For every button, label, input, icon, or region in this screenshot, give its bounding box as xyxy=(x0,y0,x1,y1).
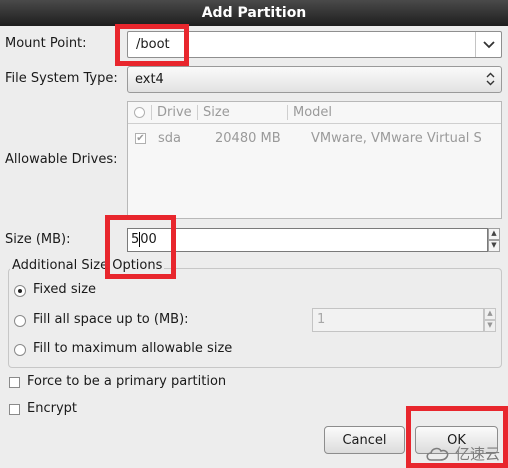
size-input[interactable]: 5 00 xyxy=(127,228,488,252)
decrement-icon: ▼ xyxy=(484,320,496,332)
increment-icon: ▲ xyxy=(484,308,496,320)
column-drive[interactable]: Drive xyxy=(157,102,192,123)
size-label: Size (MB): xyxy=(5,232,71,247)
drives-table[interactable]: Drive Size Model ✔ sda 20480 MB VMware, … xyxy=(127,101,502,219)
encrypt-checkbox[interactable] xyxy=(9,404,20,415)
dialog-titlebar: Add Partition xyxy=(0,0,508,26)
column-size[interactable]: Size xyxy=(203,102,230,123)
fixed-size-label[interactable]: Fixed size xyxy=(33,282,96,297)
decrement-icon[interactable]: ▼ xyxy=(488,240,500,252)
drive-size: 20480 MB xyxy=(215,131,281,146)
drive-model: VMware, VMware Virtual S xyxy=(311,131,482,146)
increment-icon[interactable]: ▲ xyxy=(488,228,500,240)
fs-type-value: ext4 xyxy=(135,72,164,87)
radio-fill-max[interactable] xyxy=(14,344,26,356)
drive-checkbox[interactable]: ✔ xyxy=(135,133,146,144)
fill-up-to-value: 1 xyxy=(317,312,326,327)
cancel-button[interactable]: Cancel xyxy=(324,426,405,454)
additional-size-title: Additional Size Options xyxy=(10,258,165,273)
fill-up-to-label[interactable]: Fill all space up to (MB): xyxy=(33,312,189,327)
radio-fixed-size[interactable] xyxy=(14,285,26,297)
fs-type-select[interactable]: ext4 xyxy=(127,66,502,93)
mount-point-label: Mount Point: xyxy=(5,36,87,51)
fs-type-label: File System Type: xyxy=(5,71,118,86)
cancel-label: Cancel xyxy=(342,432,387,448)
mount-point-dropdown-button[interactable] xyxy=(475,32,501,57)
primary-partition-label[interactable]: Force to be a primary partition xyxy=(27,374,226,389)
chevron-down-icon xyxy=(482,40,495,48)
drives-label: Allowable Drives: xyxy=(5,152,118,167)
size-value-after: 00 xyxy=(140,232,157,247)
drives-table-header: Drive Size Model xyxy=(128,102,501,124)
fill-max-label[interactable]: Fill to maximum allowable size xyxy=(33,341,232,356)
mount-point-combo[interactable]: /boot xyxy=(127,31,502,58)
watermark: 亿速云 xyxy=(425,443,500,464)
size-spinner[interactable]: ▲ ▼ xyxy=(488,228,500,252)
size-value-before: 5 xyxy=(131,232,140,247)
primary-partition-checkbox[interactable] xyxy=(9,377,20,388)
dialog-title: Add Partition xyxy=(201,5,307,21)
watermark-text: 亿速云 xyxy=(454,445,500,463)
radio-fill-up-to[interactable] xyxy=(14,315,26,327)
cloud-logo-icon xyxy=(426,447,449,461)
size-value: 5 00 xyxy=(131,232,157,247)
fill-up-to-input: 1 xyxy=(312,308,484,332)
mount-point-value: /boot xyxy=(136,37,170,52)
column-model[interactable]: Model xyxy=(293,102,332,123)
updown-chevron-icon xyxy=(486,72,495,86)
drive-name: sda xyxy=(158,131,181,146)
fill-up-to-spinner: ▲ ▼ xyxy=(484,308,496,332)
encrypt-label[interactable]: Encrypt xyxy=(27,401,77,416)
table-row[interactable]: ✔ sda 20480 MB VMware, VMware Virtual S xyxy=(128,124,501,150)
